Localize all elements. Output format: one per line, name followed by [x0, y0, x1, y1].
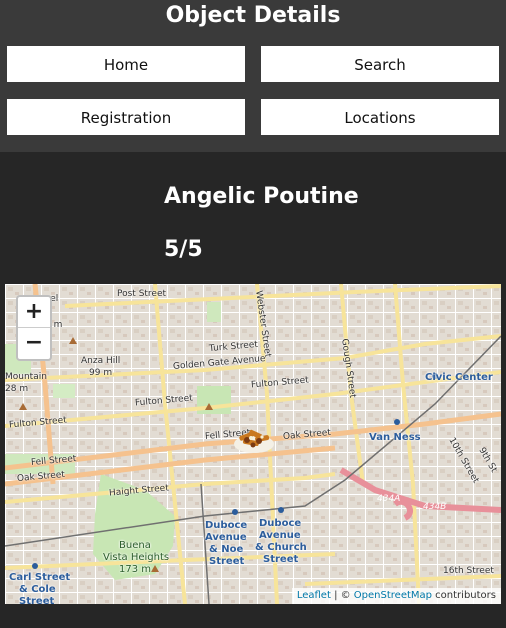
label-duboce-church-1: Duboce [259, 518, 302, 529]
label-duboce-church-3: & Church [255, 542, 307, 553]
header-bar: Object Details Home Search Registration … [0, 0, 506, 152]
label-duboce-noe-4: Street [209, 556, 245, 567]
label-buena-vista-1: Buena [119, 540, 151, 551]
label-duboce-noe-3: & Noe [209, 544, 244, 555]
label-hwy-434b: 434B [423, 502, 447, 512]
label-carl-cole-3: Street [19, 596, 55, 604]
label-hwy-434a: 434A [377, 494, 401, 504]
label-carl-cole-1: Carl Street [9, 572, 71, 583]
label-anza-hill-elev: 99 m [89, 368, 113, 378]
label-civic-center: Civic Center [425, 372, 493, 383]
label-mountain: Mountain [5, 372, 47, 382]
object-name: Angelic Poutine [164, 184, 359, 209]
label-post-street: Post Street [117, 289, 167, 299]
zoom-in-button[interactable]: + [18, 297, 50, 328]
label-mountain-elev: 28 m [5, 384, 29, 394]
label-16th-street: 16th Street [443, 566, 494, 576]
label-duboce-church-2: Avenue [259, 530, 301, 541]
poutine-marker-icon[interactable] [231, 426, 277, 456]
object-rating: 5/5 [164, 237, 203, 262]
zoom-out-button[interactable]: − [18, 328, 50, 358]
label-van-ness: Van Ness [369, 432, 421, 443]
label-buena-vista-2: Vista Heights [103, 552, 170, 563]
label-carl-cole-2: & Cole [19, 584, 56, 595]
label-buena-vista-elev: 173 m [119, 564, 152, 575]
label-duboce-noe-2: Avenue [205, 532, 247, 543]
label-anza-hill: Anza Hill [81, 356, 121, 366]
attribution-suffix: contributors [432, 590, 496, 601]
page-title: Object Details [165, 3, 341, 28]
zoom-control: + − [16, 295, 52, 361]
map-attribution: Leaflet | © OpenStreetMap contributors [291, 588, 501, 604]
map-view[interactable]: Post Street Webster Street Gough Street … [5, 284, 501, 604]
openstreetmap-link[interactable]: OpenStreetMap [354, 590, 432, 601]
label-duboce-church-4: Street [263, 554, 299, 565]
search-button[interactable]: Search [261, 46, 499, 82]
label-duboce-noe-1: Duboce [205, 520, 248, 531]
locations-button[interactable]: Locations [261, 99, 499, 135]
leaflet-link[interactable]: Leaflet [297, 590, 331, 601]
registration-button[interactable]: Registration [7, 99, 245, 135]
home-button[interactable]: Home [7, 46, 245, 82]
attribution-separator: | © [330, 590, 354, 601]
